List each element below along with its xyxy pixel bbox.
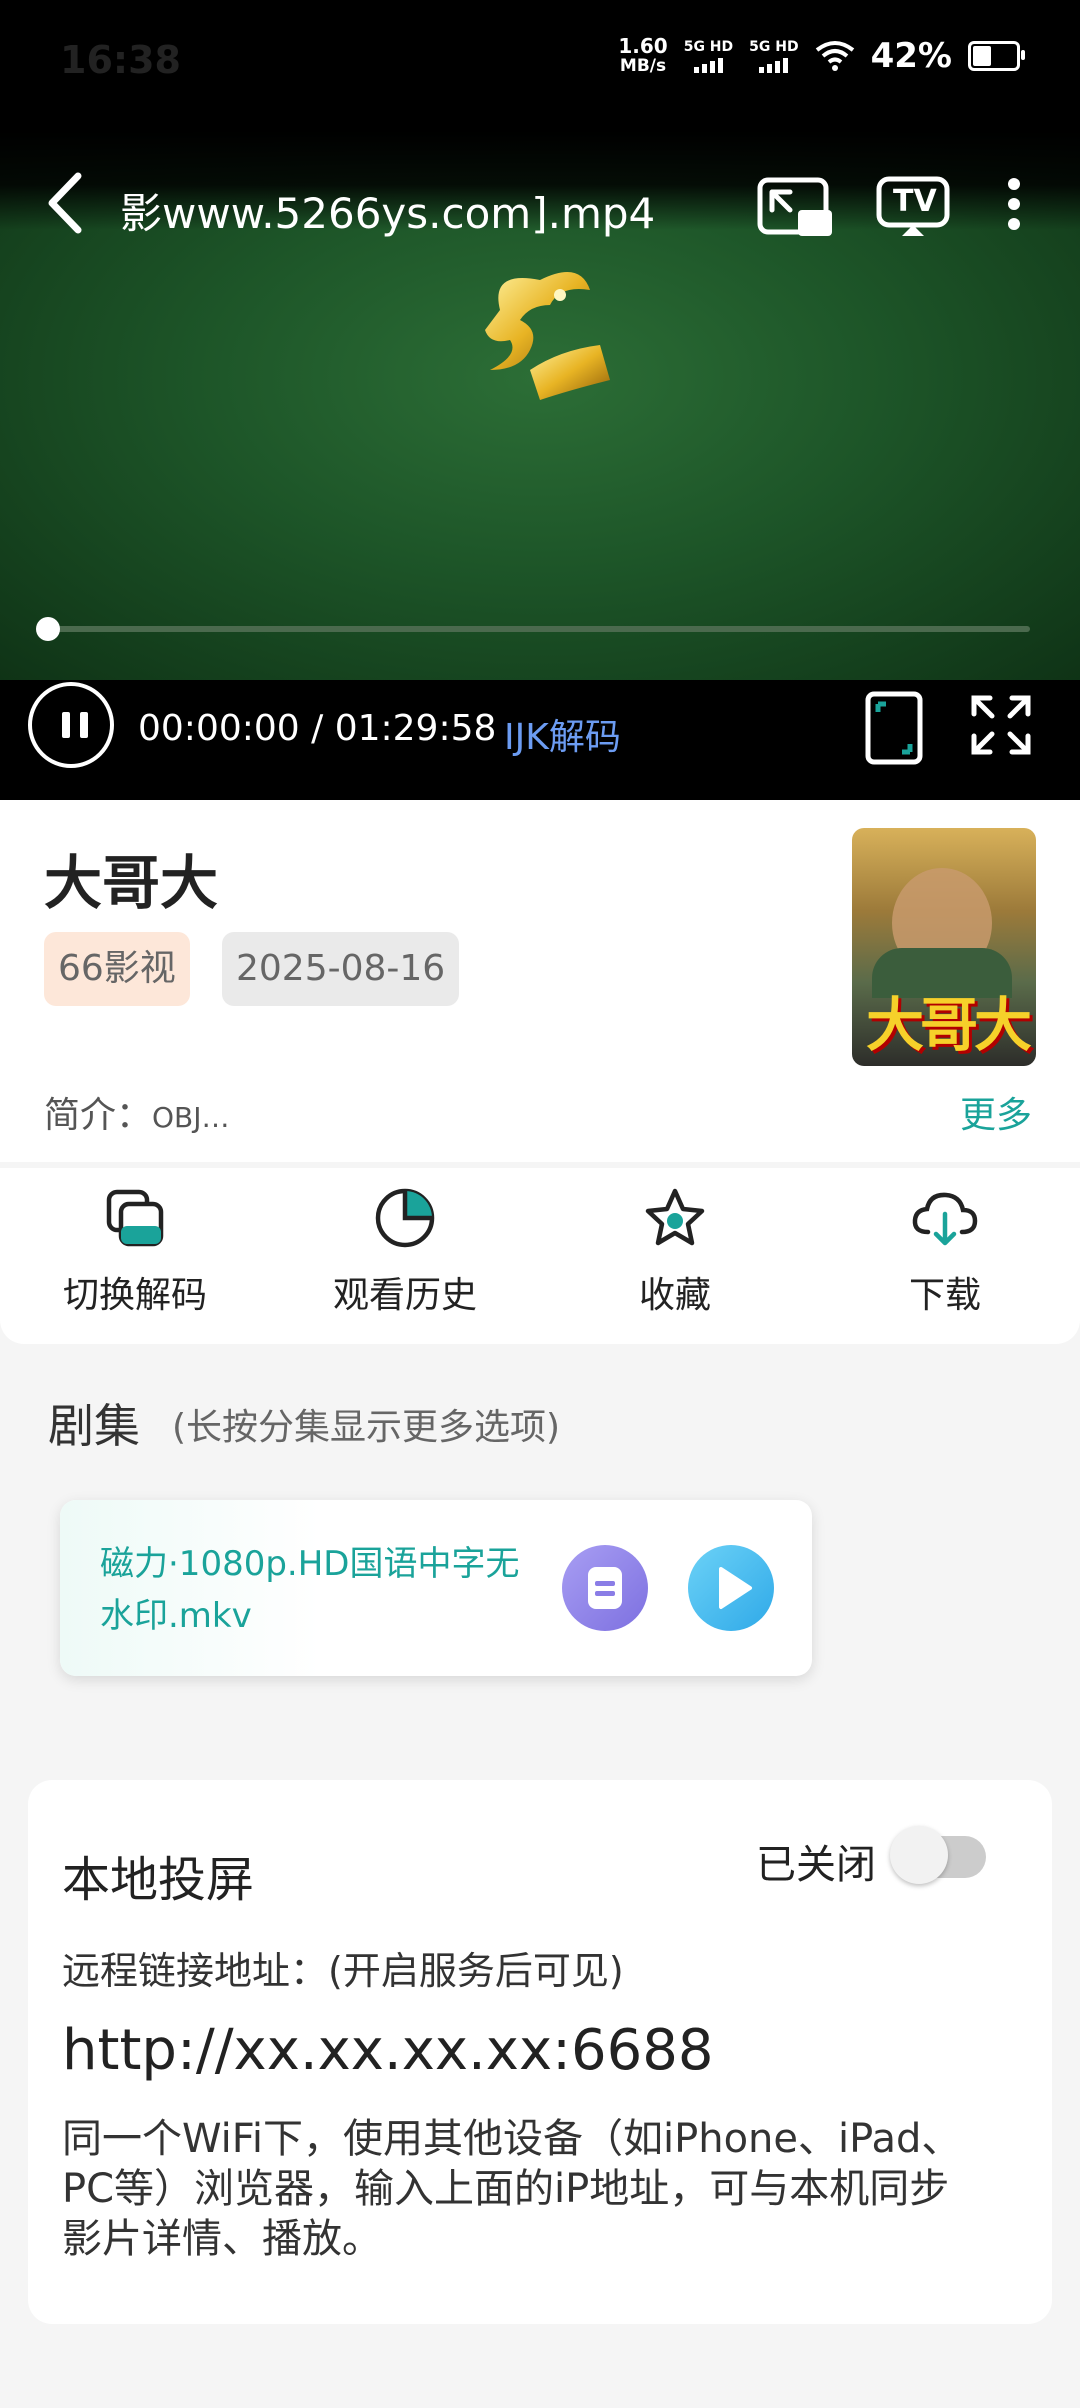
intro-text: 简介：OBJ… bbox=[44, 1095, 230, 1136]
aspect-ratio-icon[interactable] bbox=[864, 690, 924, 766]
pause-button[interactable] bbox=[28, 682, 114, 768]
back-arrow-icon[interactable] bbox=[40, 168, 90, 238]
history-pie-icon bbox=[375, 1188, 435, 1248]
episode-play-button[interactable] bbox=[688, 1545, 774, 1631]
episode-info-button[interactable] bbox=[562, 1545, 648, 1631]
status-time: 16:38 bbox=[60, 38, 181, 82]
date-tag: 2025-08-16 bbox=[222, 932, 460, 1006]
cast-description: 同一个WiFi下，使用其他设备（如iPhone、iPad、PC等）浏览器，输入上… bbox=[62, 2116, 962, 2262]
movie-title: 大哥大 bbox=[44, 849, 219, 917]
cast-tv-icon[interactable]: TV bbox=[876, 176, 950, 236]
progress-track[interactable] bbox=[46, 626, 1030, 632]
decoder-label[interactable]: IJK解码 bbox=[504, 708, 621, 760]
cast-state-label: 已关闭 bbox=[756, 1842, 876, 1888]
sim2-signal-icon: 5G HD bbox=[749, 40, 799, 73]
progress-thumb[interactable] bbox=[36, 617, 60, 641]
sim1-signal-icon: 5G HD bbox=[684, 40, 733, 73]
remote-link-label: 远程链接地址：(开启服务后可见) bbox=[62, 1949, 624, 1993]
episodes-hint: (长按分集显示更多选项) bbox=[172, 1407, 561, 1448]
net-speed: 1.60 MB/s bbox=[618, 34, 668, 76]
battery-icon bbox=[968, 41, 1025, 71]
more-vertical-icon[interactable] bbox=[1000, 176, 1028, 240]
cloud-download-icon bbox=[912, 1192, 978, 1246]
star-icon bbox=[645, 1188, 705, 1246]
cast-toggle-knob[interactable] bbox=[890, 1826, 948, 1884]
document-icon bbox=[588, 1567, 622, 1609]
source-tag[interactable]: 66影视 bbox=[44, 932, 190, 1006]
remote-link-url: http://xx.xx.xx.xx:6688 bbox=[62, 2018, 714, 2083]
download-button[interactable]: 下载 bbox=[810, 1186, 1080, 1318]
status-icons: 1.60 MB/s 5G HD 5G HD 42% bbox=[618, 34, 1025, 76]
more-link[interactable]: 更多 bbox=[960, 1086, 1032, 1138]
episodes-title: 剧集 bbox=[48, 1399, 140, 1453]
video-title: 影www.5266ys.com].mp4 bbox=[120, 189, 656, 238]
watch-history-button[interactable]: 观看历史 bbox=[270, 1186, 540, 1318]
switch-decoder-icon bbox=[106, 1189, 164, 1247]
wifi-icon bbox=[815, 41, 854, 71]
movie-poster[interactable]: 大哥大 bbox=[852, 828, 1036, 1066]
picture-in-picture-icon[interactable] bbox=[756, 176, 836, 240]
time-display: 00:00:00 / 01:29:58 bbox=[138, 708, 497, 749]
dragon-logo-icon bbox=[485, 272, 610, 400]
battery-percent: 42% bbox=[870, 36, 952, 76]
switch-decoder-button[interactable]: 切换解码 bbox=[0, 1186, 270, 1318]
fullscreen-icon[interactable] bbox=[968, 692, 1034, 758]
episode-name[interactable]: 磁力·1080p.HD国语中字无水印.mkv bbox=[100, 1538, 550, 1642]
local-cast-title: 本地投屏 bbox=[62, 1852, 255, 1908]
play-icon bbox=[719, 1567, 752, 1609]
favorite-button[interactable]: 收藏 bbox=[540, 1186, 810, 1318]
